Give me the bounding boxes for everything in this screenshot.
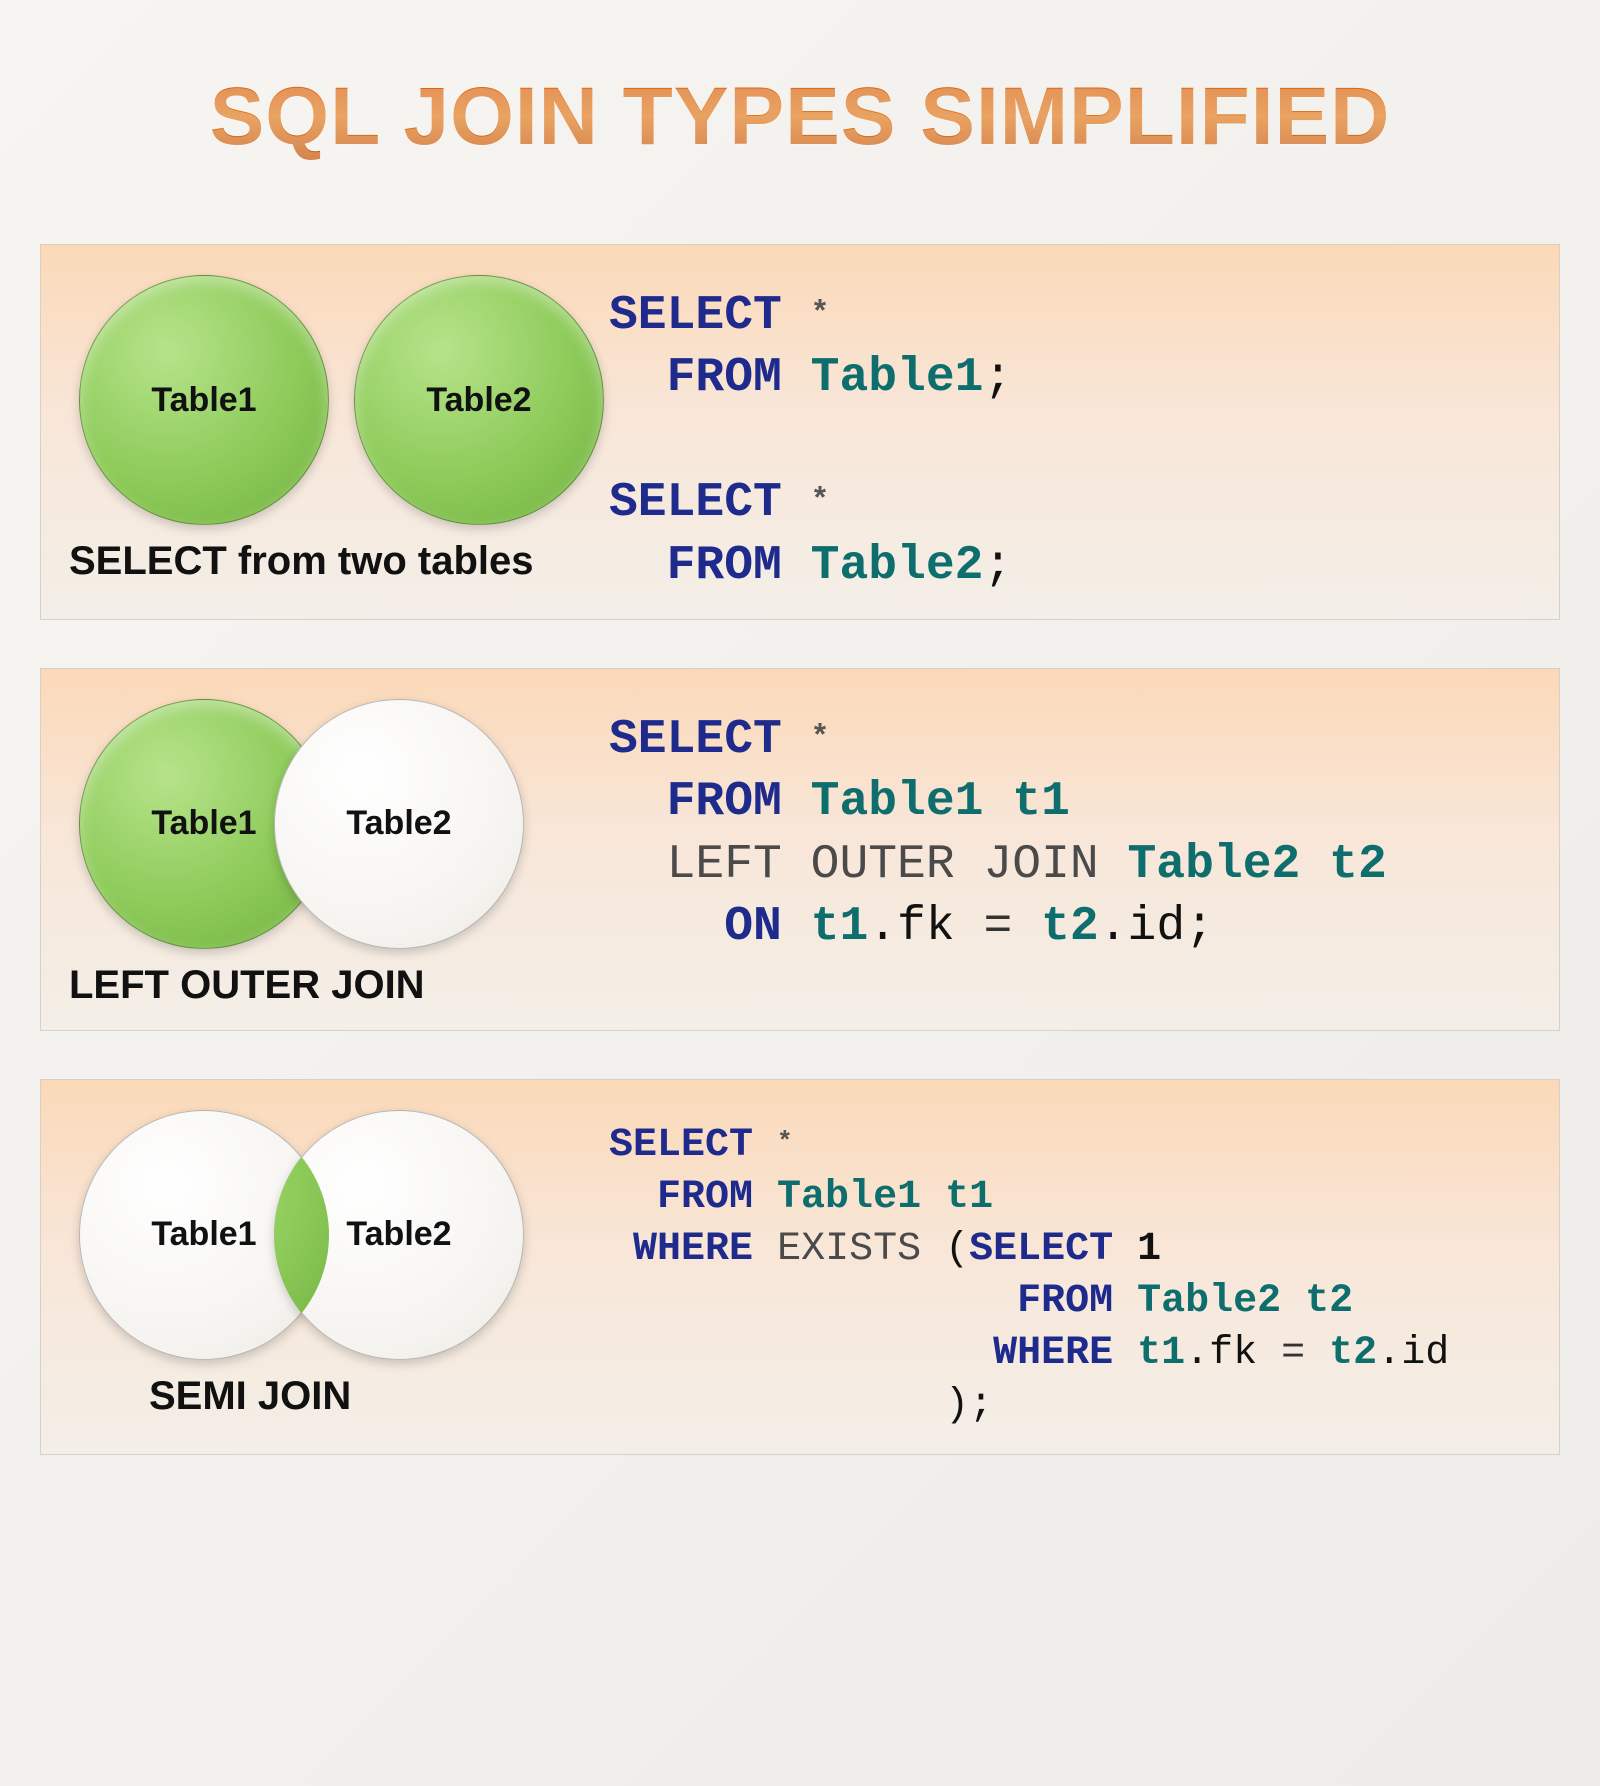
panel-label: SEMI JOIN [149, 1374, 609, 1419]
panel-label: SELECT from two tables [69, 539, 609, 584]
venn-circle-table2: Table2 [354, 275, 604, 525]
sql-code: SELECT * FROM Table1 t1 WHERE EXISTS (SE… [609, 1120, 1531, 1432]
code-col: SELECT * FROM Table1; SELECT * FROM Tabl… [609, 275, 1531, 597]
panel-select-two-tables: Table1 Table2 SELECT from two tables SEL… [40, 244, 1560, 620]
panel-left-outer-join: Table1 Table2 LEFT OUTER JOIN SELECT * F… [40, 668, 1560, 1031]
code-col: SELECT * FROM Table1 t1 WHERE EXISTS (SE… [609, 1110, 1531, 1432]
venn-diagram-col: Table1 Table2 SEMI JOIN [69, 1110, 609, 1419]
venn-diagram-col: Table1 Table2 LEFT OUTER JOIN [69, 699, 609, 1008]
venn-diagram-col: Table1 Table2 SELECT from two tables [69, 275, 609, 584]
sql-code: SELECT * FROM Table1 t1 LEFT OUTER JOIN … [609, 709, 1531, 959]
venn-semi: Table1 Table2 [69, 1110, 609, 1370]
page-title: SQL JOIN TYPES SIMPLIFIED [40, 70, 1560, 164]
code-col: SELECT * FROM Table1 t1 LEFT OUTER JOIN … [609, 699, 1531, 959]
venn-circle-table1: Table1 [79, 275, 329, 525]
venn-circle-table2: Table2 [274, 699, 524, 949]
venn-left-outer: Table1 Table2 [69, 699, 609, 959]
panel-semi-join: Table1 Table2 SEMI JOIN SELECT * FROM Ta… [40, 1079, 1560, 1455]
sql-code: SELECT * FROM Table1; SELECT * FROM Tabl… [609, 285, 1531, 597]
venn-circle-table2: Table2 [274, 1110, 524, 1360]
panel-label: LEFT OUTER JOIN [69, 963, 609, 1008]
venn-separate: Table1 Table2 [69, 275, 609, 535]
